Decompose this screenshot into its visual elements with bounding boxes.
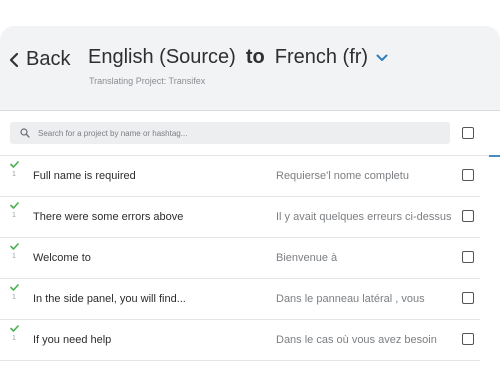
language-title: English (Source) to French (fr)	[88, 46, 388, 69]
row-checkbox[interactable]	[462, 210, 474, 222]
select-all-checkbox[interactable]	[462, 127, 474, 139]
row-checkbox[interactable]	[462, 169, 474, 181]
checkmark-icon	[10, 284, 19, 291]
row-checkbox[interactable]	[462, 333, 474, 345]
row-count: 1	[12, 212, 16, 219]
string-row[interactable]: 1 Welcome to Bienvenue à	[0, 238, 480, 279]
row-count: 1	[12, 335, 16, 342]
row-checkbox[interactable]	[462, 292, 474, 304]
checkmark-icon	[10, 161, 19, 168]
chevron-left-icon	[9, 52, 19, 67]
side-panel-indicator	[489, 155, 500, 157]
back-button[interactable]: Back	[8, 48, 70, 71]
checkmark-icon	[10, 325, 19, 332]
translation-string: Dans le panneau latéral , vous	[276, 293, 425, 305]
to-word: to	[245, 46, 265, 68]
project-subtitle: Translating Project: Transifex	[89, 76, 206, 86]
source-string: In the side panel, you will find...	[33, 293, 186, 305]
target-language-dropdown[interactable]: French (fr)	[275, 46, 388, 69]
source-string: Welcome to	[33, 252, 91, 264]
string-row[interactable]: 1 There were some errors above Il y avai…	[0, 197, 480, 238]
editor-header: Back English (Source) to French (fr) Tra…	[0, 26, 500, 111]
checkmark-icon	[10, 202, 19, 209]
search-bar[interactable]	[10, 122, 450, 144]
string-row[interactable]: 1 Full name is required Requierse'l nome…	[0, 156, 480, 197]
row-count: 1	[12, 294, 16, 301]
translation-string: Il y avait quelques erreurs ci-dessus	[276, 211, 452, 223]
chevron-down-icon	[376, 54, 388, 61]
string-row[interactable]: 1 In the side panel, you will find... Da…	[0, 279, 480, 320]
row-checkbox[interactable]	[462, 251, 474, 263]
source-string: If you need help	[33, 334, 112, 346]
translation-string: Dans le cas où vous avez besoin	[276, 334, 437, 346]
search-icon	[20, 128, 30, 138]
row-count: 1	[12, 171, 16, 178]
back-label: Back	[26, 48, 71, 70]
target-language-label: French (fr)	[274, 46, 369, 68]
source-language: English (Source)	[88, 46, 236, 68]
string-row[interactable]: 1 If you need help Dans le cas où vous a…	[0, 320, 480, 361]
source-string: There were some errors above	[33, 211, 184, 223]
translation-string: Requierse'l nome completu	[276, 170, 409, 182]
search-input[interactable]	[38, 128, 438, 138]
translation-string: Bienvenue à	[276, 252, 338, 264]
row-count: 1	[12, 253, 16, 260]
checkmark-icon	[10, 243, 19, 250]
source-string: Full name is required	[33, 170, 136, 182]
